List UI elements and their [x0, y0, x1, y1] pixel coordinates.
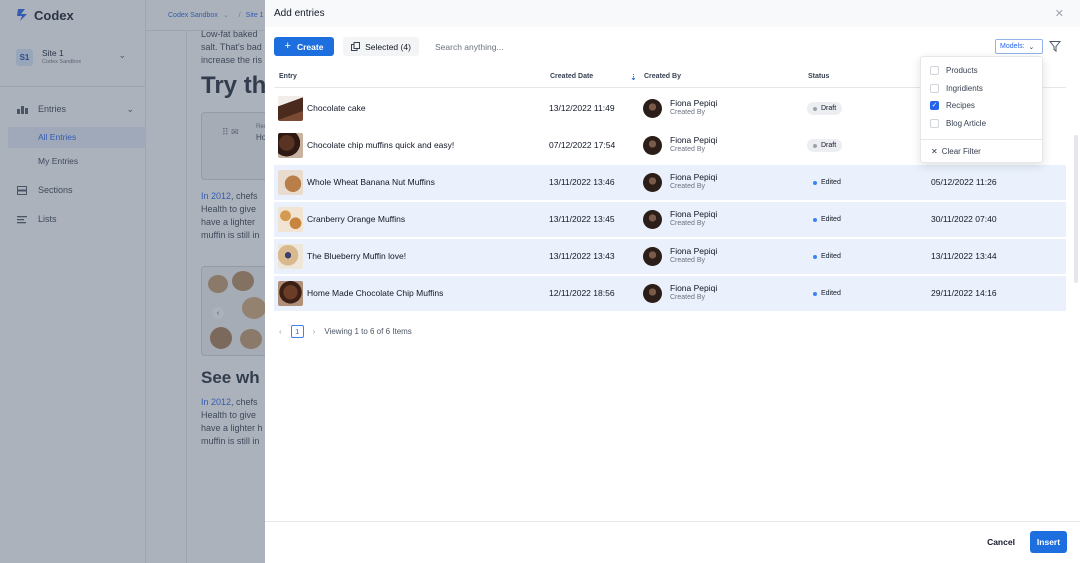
status-badge: Draft — [807, 102, 843, 115]
modified-date: 29/11/2022 14:16 — [931, 288, 997, 298]
plus-icon: + — [284, 40, 291, 52]
model-option-ingridients[interactable]: Ingridients — [930, 84, 983, 93]
filter-icon[interactable] — [1049, 40, 1061, 52]
avatar — [643, 284, 662, 303]
created-date: 13/11/2022 13:43 — [549, 251, 615, 261]
author-name: Fiona Pepiqi — [670, 135, 718, 145]
modal-title: Add entries — [274, 8, 325, 19]
models-select[interactable]: Models: ⌄ — [995, 39, 1043, 54]
entry-thumbnail — [278, 133, 303, 158]
status-badge: Edited — [807, 176, 847, 189]
x-icon: ✕ — [931, 147, 938, 156]
create-button[interactable]: + Create — [274, 37, 334, 56]
modified-date: 05/12/2022 11:26 — [931, 177, 997, 187]
author-role: Created By — [670, 257, 706, 264]
status-badge: Edited — [807, 287, 847, 300]
close-icon[interactable]: ✕ — [1055, 7, 1064, 20]
author-name: Fiona Pepiqi — [670, 172, 718, 182]
table-row[interactable]: Cranberry Orange Muffins 13/11/2022 13:4… — [274, 202, 1066, 237]
model-option-recipes[interactable]: ✓ Recipes — [930, 101, 975, 110]
created-date: 12/11/2022 18:56 — [549, 288, 615, 298]
author-name: Fiona Pepiqi — [670, 98, 718, 108]
model-option-blog-article[interactable]: Blog Article — [930, 119, 986, 128]
page-number[interactable]: 1 — [290, 325, 304, 338]
author-role: Created By — [670, 109, 706, 116]
clear-filter-label: Clear Filter — [941, 147, 981, 156]
entry-name: Home Made Chocolate Chip Muffins — [307, 288, 444, 298]
created-date: 07/12/2022 17:54 — [549, 140, 616, 150]
scrollbar[interactable] — [1074, 135, 1078, 283]
entry-name: Chocolate chip muffins quick and easy! — [307, 140, 455, 150]
option-label: Ingridients — [946, 84, 983, 93]
author-name: Fiona Pepiqi — [670, 209, 718, 219]
avatar — [643, 210, 662, 229]
created-date: 13/11/2022 13:45 — [549, 214, 615, 224]
insert-button[interactable]: Insert — [1030, 531, 1067, 553]
selected-button-label: Selected (4) — [365, 41, 411, 52]
option-label: Recipes — [946, 101, 975, 110]
models-dropdown: Products Ingridients ✓ Recipes Blog Arti… — [920, 56, 1043, 163]
model-option-products[interactable]: Products — [930, 66, 978, 75]
entry-thumbnail — [278, 281, 303, 306]
entry-name: Cranberry Orange Muffins — [307, 214, 406, 224]
column-entry[interactable]: Entry — [279, 73, 297, 80]
copy-icon — [351, 42, 361, 51]
author-role: Created By — [670, 183, 706, 190]
cancel-button[interactable]: Cancel — [980, 531, 1022, 553]
avatar — [643, 247, 662, 266]
created-date: 13/12/2022 11:49 — [549, 103, 615, 113]
pagination: ‹ 1 › Viewing 1 to 6 of 6 Items — [279, 325, 412, 338]
status-badge: Draft — [807, 139, 843, 152]
avatar — [643, 136, 662, 155]
modified-date: 30/11/2022 07:40 — [931, 214, 997, 224]
column-created-date[interactable]: Created Date — [550, 73, 593, 80]
table-row[interactable]: The Blueberry Muffin love! 13/11/2022 13… — [274, 239, 1066, 274]
search-input[interactable] — [435, 39, 635, 54]
chevron-right-icon[interactable]: › — [313, 327, 316, 336]
option-label: Blog Article — [946, 119, 987, 128]
selected-button[interactable]: Selected (4) — [343, 37, 419, 56]
status-badge: Edited — [807, 250, 847, 263]
author-role: Created By — [670, 294, 706, 301]
checkbox[interactable] — [930, 119, 939, 128]
author-role: Created By — [670, 146, 706, 153]
entry-thumbnail — [278, 170, 303, 195]
checkbox[interactable] — [930, 66, 939, 75]
created-date: 13/11/2022 13:46 — [549, 177, 615, 187]
add-entries-modal: Add entries ✕ + Create Selected (4) Mode… — [265, 0, 1080, 563]
entry-name: Whole Wheat Banana Nut Muffins — [307, 177, 435, 187]
create-button-label: Create — [296, 41, 324, 52]
entry-thumbnail — [278, 96, 303, 121]
author-name: Fiona Pepiqi — [670, 283, 718, 293]
models-select-label: Models: — [1000, 43, 1025, 50]
table-row[interactable]: Home Made Chocolate Chip Muffins 12/11/2… — [274, 276, 1066, 311]
sort-down-icon[interactable]: ⇣ — [630, 73, 637, 82]
entry-thumbnail — [278, 244, 303, 269]
entry-thumbnail — [278, 207, 303, 232]
author-name: Fiona Pepiqi — [670, 246, 718, 256]
avatar — [643, 173, 662, 192]
status-badge: Edited — [807, 213, 847, 226]
table-row[interactable]: Whole Wheat Banana Nut Muffins 13/11/202… — [274, 165, 1066, 200]
check-icon[interactable]: ✓ — [930, 101, 939, 110]
modified-date: 13/11/2022 13:44 — [931, 251, 997, 261]
entry-name: Chocolate cake — [307, 103, 366, 113]
option-label: Products — [946, 66, 978, 75]
modal-header: Add entries ✕ — [265, 0, 1080, 27]
clear-filter-button[interactable]: ✕ Clear Filter — [931, 147, 981, 156]
column-status[interactable]: Status — [808, 73, 829, 80]
checkbox[interactable] — [930, 84, 939, 93]
author-role: Created By — [670, 220, 706, 227]
entry-name: The Blueberry Muffin love! — [307, 251, 407, 261]
pagination-summary: Viewing 1 to 6 of 6 Items — [324, 327, 412, 336]
chevron-left-icon[interactable]: ‹ — [279, 327, 282, 336]
avatar — [643, 99, 662, 118]
column-created-by[interactable]: Created By — [644, 73, 681, 80]
chevron-down-icon: ⌄ — [1028, 43, 1035, 51]
